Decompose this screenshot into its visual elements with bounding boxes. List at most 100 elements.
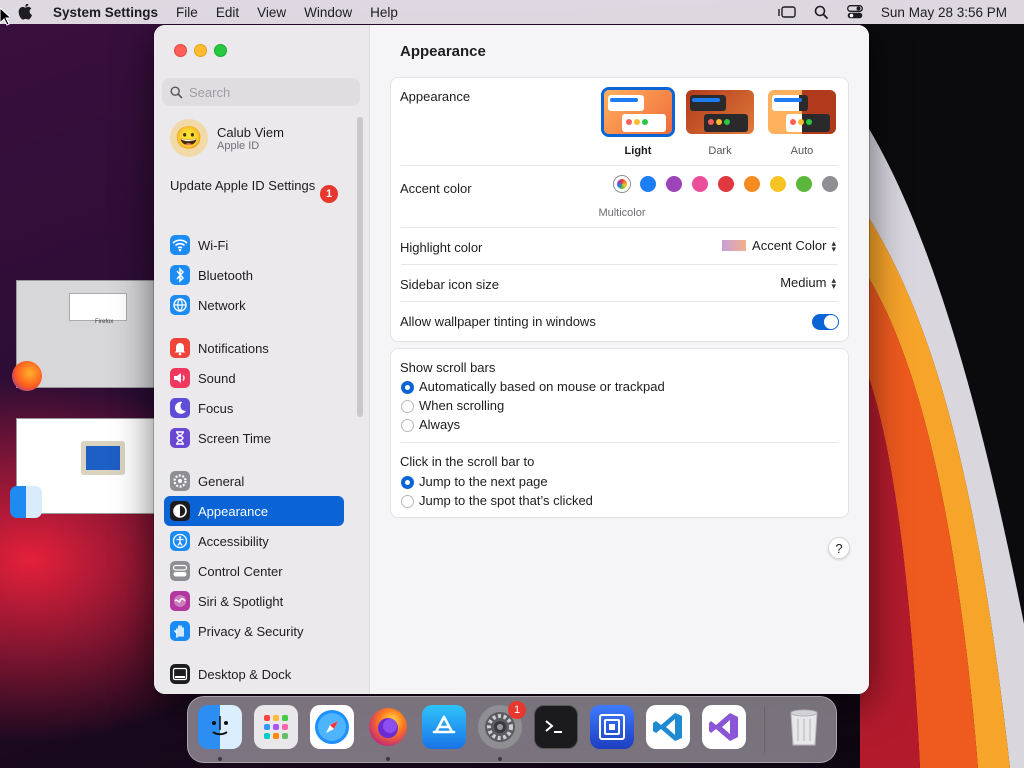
show-scroll-bars-label: Show scroll bars [400, 360, 496, 375]
finder-icon[interactable] [198, 705, 242, 749]
scroll-bars-option-auto[interactable]: Automatically based on mouse or trackpad [419, 379, 665, 394]
sidebar-item-label: Bluetooth [198, 267, 253, 283]
stage-manager-icon[interactable] [769, 0, 805, 24]
sidebar-item-desktop-dock[interactable]: Desktop & Dock [164, 659, 344, 689]
accent-color-multicolor[interactable] [614, 176, 630, 192]
highlight-color-label: Highlight color [400, 240, 483, 255]
sidebar-item-notifications[interactable]: Notifications [164, 333, 344, 363]
sidebar-item-screen-time[interactable]: Screen Time [164, 423, 344, 453]
click-scroll-bar-label: Click in the scroll bar to [400, 454, 535, 469]
sidebar-item-wi-fi[interactable]: Wi-Fi [164, 230, 344, 260]
appearance-pane: Appearance Appearance Light Dark Auto Ac… [370, 25, 869, 694]
scroll-bars-option-always[interactable]: Always [419, 417, 460, 432]
appearance-option-auto[interactable] [768, 90, 836, 134]
menu-file[interactable]: File [167, 0, 207, 24]
sidebar-icon-size-value: Medium [780, 275, 827, 290]
search-input[interactable] [189, 84, 349, 100]
firefox-desktop-icon[interactable] [12, 361, 42, 391]
sidebar-item-privacy-security[interactable]: Privacy & Security [164, 616, 344, 646]
click-option-spot[interactable]: Jump to the spot that’s clicked [419, 493, 593, 508]
menubar-clock[interactable]: Sun May 28 3:56 PM [872, 0, 1016, 24]
sidebar-item-label: Wi-Fi [198, 237, 229, 253]
apple-id-profile[interactable]: 😀 Calub Viem Apple ID [170, 119, 284, 157]
launchpad-icon[interactable] [254, 705, 298, 749]
menu-view[interactable]: View [248, 0, 295, 24]
appearance-option-light[interactable] [601, 87, 675, 137]
vscode-icon[interactable] [646, 705, 690, 749]
sidebar-item-accessibility[interactable]: Accessibility [164, 526, 344, 556]
scroll-bars-radio-auto[interactable] [401, 381, 414, 394]
visual-studio-icon[interactable] [702, 705, 746, 749]
spotlight-search-icon[interactable] [805, 0, 838, 24]
close-window-button[interactable] [174, 44, 187, 57]
menu-bar: System Settings File Edit View Window He… [0, 0, 1024, 24]
accent-color-green[interactable] [796, 176, 812, 192]
scroll-bar-settings-group: Show scroll bars Automatically based on … [390, 348, 849, 518]
click-option-next-page[interactable]: Jump to the next page [419, 474, 548, 489]
scroll-bars-option-scrolling[interactable]: When scrolling [419, 398, 504, 413]
control-center-icon[interactable] [838, 0, 872, 24]
search-icon [170, 85, 183, 99]
siri-icon [170, 591, 190, 611]
search-field[interactable] [162, 78, 360, 106]
finder-running-dot [218, 757, 222, 761]
sidebar-item-siri-spotlight[interactable]: Siri & Spotlight [164, 586, 344, 616]
sidebar-item-label: Network [198, 297, 246, 313]
screen-sharing-icon[interactable] [590, 705, 634, 749]
accent-color-blue[interactable] [640, 176, 656, 192]
appearance-option-dark[interactable] [686, 90, 754, 134]
toggles-icon [170, 561, 190, 581]
sidebar-item-label: Sound [198, 370, 236, 386]
hourglass-icon [170, 428, 190, 448]
scroll-bars-radio-scrolling[interactable] [401, 400, 414, 413]
sidebar-item-appearance[interactable]: Appearance [164, 496, 344, 526]
bluetooth-icon [170, 265, 190, 285]
accent-color-pink[interactable] [692, 176, 708, 192]
accent-color-orange[interactable] [744, 176, 760, 192]
system-settings-window: 😀 Calub Viem Apple ID Update Apple ID Se… [154, 25, 869, 694]
menu-window[interactable]: Window [295, 0, 361, 24]
accent-color-purple[interactable] [666, 176, 682, 192]
zoom-window-button[interactable] [214, 44, 227, 57]
terminal-icon[interactable] [534, 705, 578, 749]
sidebar-icon-size-popup[interactable]: Medium ▴ ▾ [780, 275, 836, 290]
app-store-icon[interactable] [422, 705, 466, 749]
sidebar-item-control-center[interactable]: Control Center [164, 556, 344, 586]
sidebar-item-general[interactable]: General [164, 466, 344, 496]
highlight-color-popup[interactable]: Accent Color ▴ ▾ [722, 238, 836, 253]
accent-color-yellow[interactable] [770, 176, 786, 192]
minimize-window-button[interactable] [194, 44, 207, 57]
sidebar-item-focus[interactable]: Focus [164, 393, 344, 423]
wallpaper-tinting-toggle[interactable] [812, 314, 839, 330]
update-apple-id-item[interactable]: Update Apple ID Settings [170, 178, 340, 194]
mouse-pointer-icon [0, 8, 10, 26]
help-button[interactable]: ? [828, 537, 850, 559]
accent-color-graphite[interactable] [822, 176, 838, 192]
safari-icon[interactable] [310, 705, 354, 749]
firefox-icon[interactable] [366, 705, 410, 749]
system-settings-badge: 1 [508, 701, 526, 719]
highlight-value: Accent Color [752, 238, 827, 253]
sidebar-item-bluetooth[interactable]: Bluetooth [164, 260, 344, 290]
finder-desktop-icon[interactable] [10, 486, 42, 518]
globe-icon [170, 295, 190, 315]
click-radio-next-page[interactable] [401, 476, 414, 489]
sidebar-item-sound[interactable]: Sound [164, 363, 344, 393]
sidebar-item-label: Screen Time [198, 430, 271, 446]
dock: 1 [187, 696, 837, 763]
menu-help[interactable]: Help [361, 0, 407, 24]
trash-icon[interactable] [782, 705, 826, 749]
menu-edit[interactable]: Edit [207, 0, 248, 24]
system-settings-running-dot [498, 757, 502, 761]
accent-color-red[interactable] [718, 176, 734, 192]
chevron-updown-icon: ▴ ▾ [831, 237, 836, 254]
click-radio-spot[interactable] [401, 495, 414, 508]
sidebar-item-network[interactable]: Network [164, 290, 344, 320]
sidebar-scrollbar[interactable] [357, 117, 363, 417]
accent-color-label: Accent color [400, 181, 472, 196]
accent-selected-label: Multicolor [598, 207, 646, 219]
sidebar-item-label: Accessibility [198, 533, 269, 549]
app-menu[interactable]: System Settings [44, 0, 167, 24]
scroll-bars-radio-always[interactable] [401, 419, 414, 432]
appearance-option-dark-label: Dark [708, 145, 732, 157]
